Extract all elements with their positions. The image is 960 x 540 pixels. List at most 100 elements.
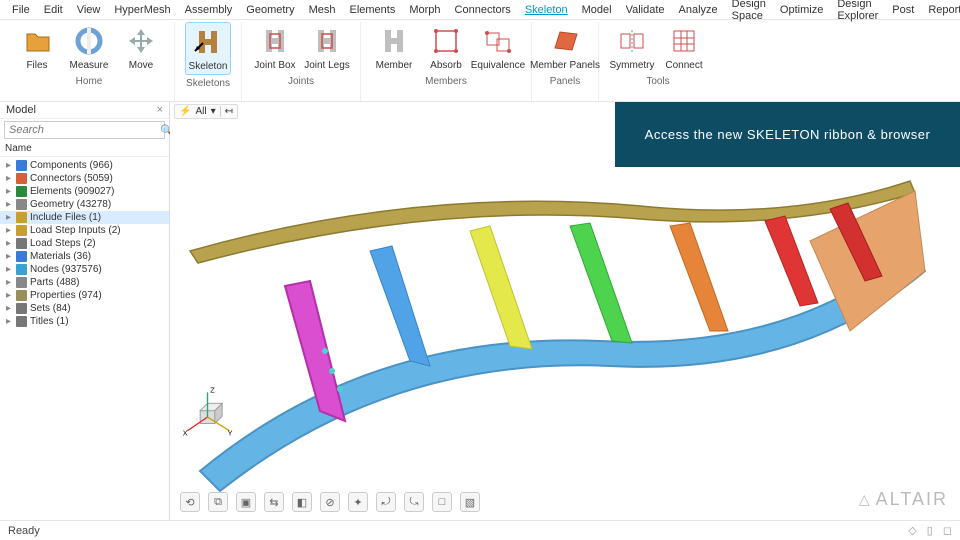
files-icon <box>20 24 54 58</box>
ribbon-group-members: MemberAbsorbEquivalenceMembers <box>361 22 532 101</box>
equiv-icon <box>481 24 515 58</box>
view-button-1[interactable]: ⧉ <box>208 492 228 512</box>
measure-icon <box>72 24 106 58</box>
tree-item[interactable]: ▸Nodes (937576) <box>0 263 169 276</box>
expand-icon[interactable]: ▸ <box>4 160 13 171</box>
tree-item[interactable]: ▸Load Steps (2) <box>0 237 169 250</box>
expand-icon[interactable]: ▸ <box>4 173 13 184</box>
ribbon-joint-legs[interactable]: Joint Legs <box>304 22 350 73</box>
expand-icon[interactable]: ▸ <box>4 264 13 275</box>
expand-icon[interactable]: ▸ <box>4 186 13 197</box>
menu-validate[interactable]: Validate <box>620 3 671 17</box>
close-icon[interactable]: × <box>157 104 163 116</box>
search-input-wrap[interactable]: 🔍 <box>4 121 165 139</box>
menu-view[interactable]: View <box>71 3 107 17</box>
view-button-6[interactable]: ✦ <box>348 492 368 512</box>
axis-gizmo[interactable]: Z X Y <box>180 385 235 440</box>
tree-item-label: Properties (974) <box>30 290 102 301</box>
menu-design-space[interactable]: Design Space <box>726 0 772 23</box>
tree-item[interactable]: ▸Geometry (43278) <box>0 198 169 211</box>
expand-icon[interactable]: ▸ <box>4 212 13 223</box>
category-icon <box>16 173 27 184</box>
tree-item[interactable]: ▸ Sets (84) <box>0 302 169 315</box>
expand-icon[interactable]: ▸ <box>4 316 13 327</box>
tree-item[interactable]: ▸Materials (36) <box>0 250 169 263</box>
ribbon-member[interactable]: Member <box>371 22 417 73</box>
menu-report[interactable]: Report <box>922 3 960 17</box>
absorb-icon <box>429 24 463 58</box>
tree-item[interactable]: ▸ Properties (974) <box>0 289 169 302</box>
view-button-9[interactable]: □ <box>432 492 452 512</box>
ribbon-group-skeletons: SkeletonSkeletons <box>175 22 242 101</box>
menu-geometry[interactable]: Geometry <box>240 3 300 17</box>
expand-icon[interactable]: ▸ <box>4 238 13 249</box>
ribbon-measure[interactable]: Measure <box>66 22 112 73</box>
menu-mesh[interactable]: Mesh <box>303 3 342 17</box>
menu-analyze[interactable]: Analyze <box>673 3 724 17</box>
tree-item[interactable]: ▸Parts (488) <box>0 276 169 289</box>
tree-item[interactable]: ▸ Titles (1) <box>0 315 169 328</box>
menu-design-explorer[interactable]: Design Explorer <box>831 0 884 23</box>
menu-morph[interactable]: Morph <box>403 3 446 17</box>
menu-model[interactable]: Model <box>576 3 618 17</box>
view-button-8[interactable]: ⤿ <box>404 492 424 512</box>
tree-item-label: Titles (1) <box>30 316 69 327</box>
view-button-0[interactable]: ⟲ <box>180 492 200 512</box>
tree-item-label: Sets (84) <box>30 303 71 314</box>
view-button-4[interactable]: ◧ <box>292 492 312 512</box>
view-toolbar: ⟲ ⧉ ▣ ⇆ ◧ ⊘ ✦ ⤾ ⤿ □ ▧ <box>180 492 480 512</box>
ribbon-symmetry[interactable]: Symmetry <box>609 22 655 73</box>
menu-connectors[interactable]: Connectors <box>449 3 517 17</box>
category-icon <box>16 238 27 249</box>
ribbon-files[interactable]: Files <box>14 22 60 73</box>
status-bar: Ready ◇▯◻ <box>0 520 960 540</box>
ribbon-group-label: Panels <box>550 73 581 89</box>
view-button-3[interactable]: ⇆ <box>264 492 284 512</box>
ribbon-equivalence[interactable]: Equivalence <box>475 22 521 73</box>
menu-bar: FileEditViewHyperMeshAssemblyGeometryMes… <box>0 0 960 20</box>
view-button-7[interactable]: ⤾ <box>376 492 396 512</box>
view-button-2[interactable]: ▣ <box>236 492 256 512</box>
status-icon-0[interactable]: ◇ <box>908 524 916 537</box>
search-input[interactable] <box>5 122 156 138</box>
expand-icon[interactable]: ▸ <box>4 199 13 210</box>
tree-item[interactable]: ▸Load Step Inputs (2) <box>0 224 169 237</box>
bolt-icon: ⚡ <box>179 106 191 117</box>
filter-bar[interactable]: ⚡ All ▾ ↤ <box>174 104 238 119</box>
menu-post[interactable]: Post <box>886 3 920 17</box>
menu-assembly[interactable]: Assembly <box>179 3 239 17</box>
menu-elements[interactable]: Elements <box>344 3 402 17</box>
tree-item[interactable]: ▸Elements (909027) <box>0 185 169 198</box>
connect-icon <box>667 24 701 58</box>
tree-item[interactable]: ▸Components (966) <box>0 159 169 172</box>
view-button-5[interactable]: ⊘ <box>320 492 340 512</box>
expand-icon[interactable]: ▸ <box>4 277 13 288</box>
ribbon-move[interactable]: Move <box>118 22 164 73</box>
status-icon-1[interactable]: ▯ <box>927 524 933 537</box>
svg-text:Z: Z <box>210 385 215 394</box>
ribbon-joint-box[interactable]: Joint Box <box>252 22 298 73</box>
filter-prev-icon[interactable]: ↤ <box>220 106 233 117</box>
menu-hypermesh[interactable]: HyperMesh <box>108 3 176 17</box>
view-button-10[interactable]: ▧ <box>460 492 480 512</box>
expand-icon[interactable]: ▸ <box>4 225 13 236</box>
viewport[interactable]: ⚡ All ▾ ↤ Access the new SKELETON ribbon… <box>170 102 960 520</box>
menu-optimize[interactable]: Optimize <box>774 3 829 17</box>
ribbon-absorb[interactable]: Absorb <box>423 22 469 73</box>
expand-icon[interactable]: ▸ <box>4 251 13 262</box>
status-icon-2[interactable]: ◻ <box>943 524 952 537</box>
menu-skeleton[interactable]: Skeleton <box>519 3 574 17</box>
tree-item[interactable]: ▸Connectors (5059) <box>0 172 169 185</box>
menu-file[interactable]: File <box>6 3 36 17</box>
tree-item[interactable]: ▸Include Files (1) <box>0 211 169 224</box>
expand-icon[interactable]: ▸ <box>4 290 13 301</box>
category-icon <box>16 277 27 288</box>
menu-edit[interactable]: Edit <box>38 3 69 17</box>
brand-logo: △ ALTAIR <box>859 489 948 510</box>
ribbon-member-panels[interactable]: Member Panels <box>542 22 588 73</box>
chevron-down-icon[interactable]: ▾ <box>211 106 216 117</box>
ribbon-connect[interactable]: Connect <box>661 22 707 73</box>
category-icon <box>16 264 27 275</box>
ribbon-skeleton[interactable]: Skeleton <box>185 22 231 75</box>
expand-icon[interactable]: ▸ <box>4 303 13 314</box>
